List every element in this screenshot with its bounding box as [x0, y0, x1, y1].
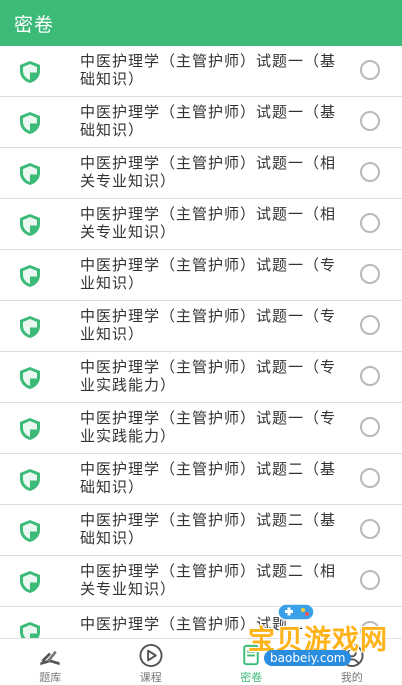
tab-label: 我的 [340, 671, 363, 684]
list-item[interactable]: 中医护理学（主管护师）试题一（专业知识） [0, 301, 402, 352]
list-item-title: 中医护理学（主管护师）试题一（专业知识） [80, 256, 337, 292]
tab-mine[interactable]: 我的 [302, 639, 402, 685]
list-item[interactable]: 中医护理学（主管护师）试题一（专业知识） [0, 250, 402, 301]
list-item[interactable]: 中医护理学（主管护师）试题二（基础知识） [0, 454, 402, 505]
list-item[interactable]: 中医护理学（主管护师）试题一（专业实践能力） [0, 352, 402, 403]
list-item-title: 中医护理学（主管护师）试题一（基础知识） [80, 103, 337, 139]
select-radio[interactable] [360, 468, 380, 488]
select-radio[interactable] [360, 570, 380, 590]
tab-label: 题库 [39, 671, 62, 684]
list-item[interactable]: 中医护理学（主管护师）试题一（基础知识） [0, 46, 402, 97]
shield-icon [18, 366, 42, 390]
shield-icon [18, 315, 42, 339]
shield-icon [18, 213, 42, 237]
list-item[interactable]: 中医护理学（主管护师）试题二 [0, 607, 402, 639]
select-radio[interactable] [360, 60, 380, 80]
tab-label: 密卷 [240, 671, 263, 684]
tab-label: 课程 [139, 671, 162, 684]
select-radio[interactable] [360, 111, 380, 131]
book-icon [40, 650, 60, 666]
select-radio[interactable] [360, 621, 380, 639]
select-radio[interactable] [360, 519, 380, 539]
select-radio[interactable] [360, 315, 380, 335]
select-radio[interactable] [360, 417, 380, 437]
shield-icon [18, 60, 42, 84]
shield-icon [18, 468, 42, 492]
header-bar: 密卷 [0, 0, 402, 46]
tab-question-bank[interactable]: 题库 [0, 639, 101, 685]
page-title: 密卷 [14, 13, 55, 36]
tab-secret-paper[interactable]: 密卷 [201, 639, 302, 685]
select-radio[interactable] [360, 162, 380, 182]
paper-list[interactable]: 中医护理学（主管护师）试题一（基础知识） 中医护理学（主管护师）试题一（基础知识）… [0, 46, 402, 639]
list-item-title: 中医护理学（主管护师）试题一（专业实践能力） [80, 409, 337, 445]
paper-icon [243, 644, 259, 666]
list-item-title: 中医护理学（主管护师）试题二（相关专业知识） [80, 562, 337, 598]
list-item[interactable]: 中医护理学（主管护师）试题一（相关专业知识） [0, 148, 402, 199]
shield-icon [18, 162, 42, 186]
list-item[interactable]: 中医护理学（主管护师）试题一（专业实践能力） [0, 403, 402, 454]
shield-icon [18, 264, 42, 288]
shield-icon [18, 519, 42, 543]
select-radio[interactable] [360, 213, 380, 233]
bottom-tab-bar: 题库 课程 密卷 我的 [0, 638, 402, 685]
list-item[interactable]: 中医护理学（主管护师）试题二（相关专业知识） [0, 556, 402, 607]
list-item-title: 中医护理学（主管护师）试题二（基础知识） [80, 511, 337, 547]
select-radio[interactable] [360, 264, 380, 284]
user-icon [340, 643, 364, 668]
list-item[interactable]: 中医护理学（主管护师）试题二（基础知识） [0, 505, 402, 556]
shield-icon [18, 417, 42, 441]
list-item[interactable]: 中医护理学（主管护师）试题一（基础知识） [0, 97, 402, 148]
list-item-title: 中医护理学（主管护师）试题一（相关专业知识） [80, 154, 337, 190]
list-item-title: 中医护理学（主管护师）试题一（专业知识） [80, 307, 337, 343]
play-icon [139, 643, 163, 668]
list-item-title: 中医护理学（主管护师）试题一（专业实践能力） [80, 358, 337, 394]
shield-icon [18, 570, 42, 594]
list-item-title: 中医护理学（主管护师）试题二（基础知识） [80, 460, 337, 496]
list-item-title: 中医护理学（主管护师）试题一（相关专业知识） [80, 205, 337, 241]
list-item-title: 中医护理学（主管护师）试题二 [80, 615, 305, 633]
tab-course[interactable]: 课程 [101, 639, 202, 685]
select-radio[interactable] [360, 366, 380, 386]
shield-icon [18, 621, 42, 639]
list-item-title: 中医护理学（主管护师）试题一（基础知识） [80, 52, 337, 88]
list-item[interactable]: 中医护理学（主管护师）试题一（相关专业知识） [0, 199, 402, 250]
shield-icon [18, 111, 42, 135]
